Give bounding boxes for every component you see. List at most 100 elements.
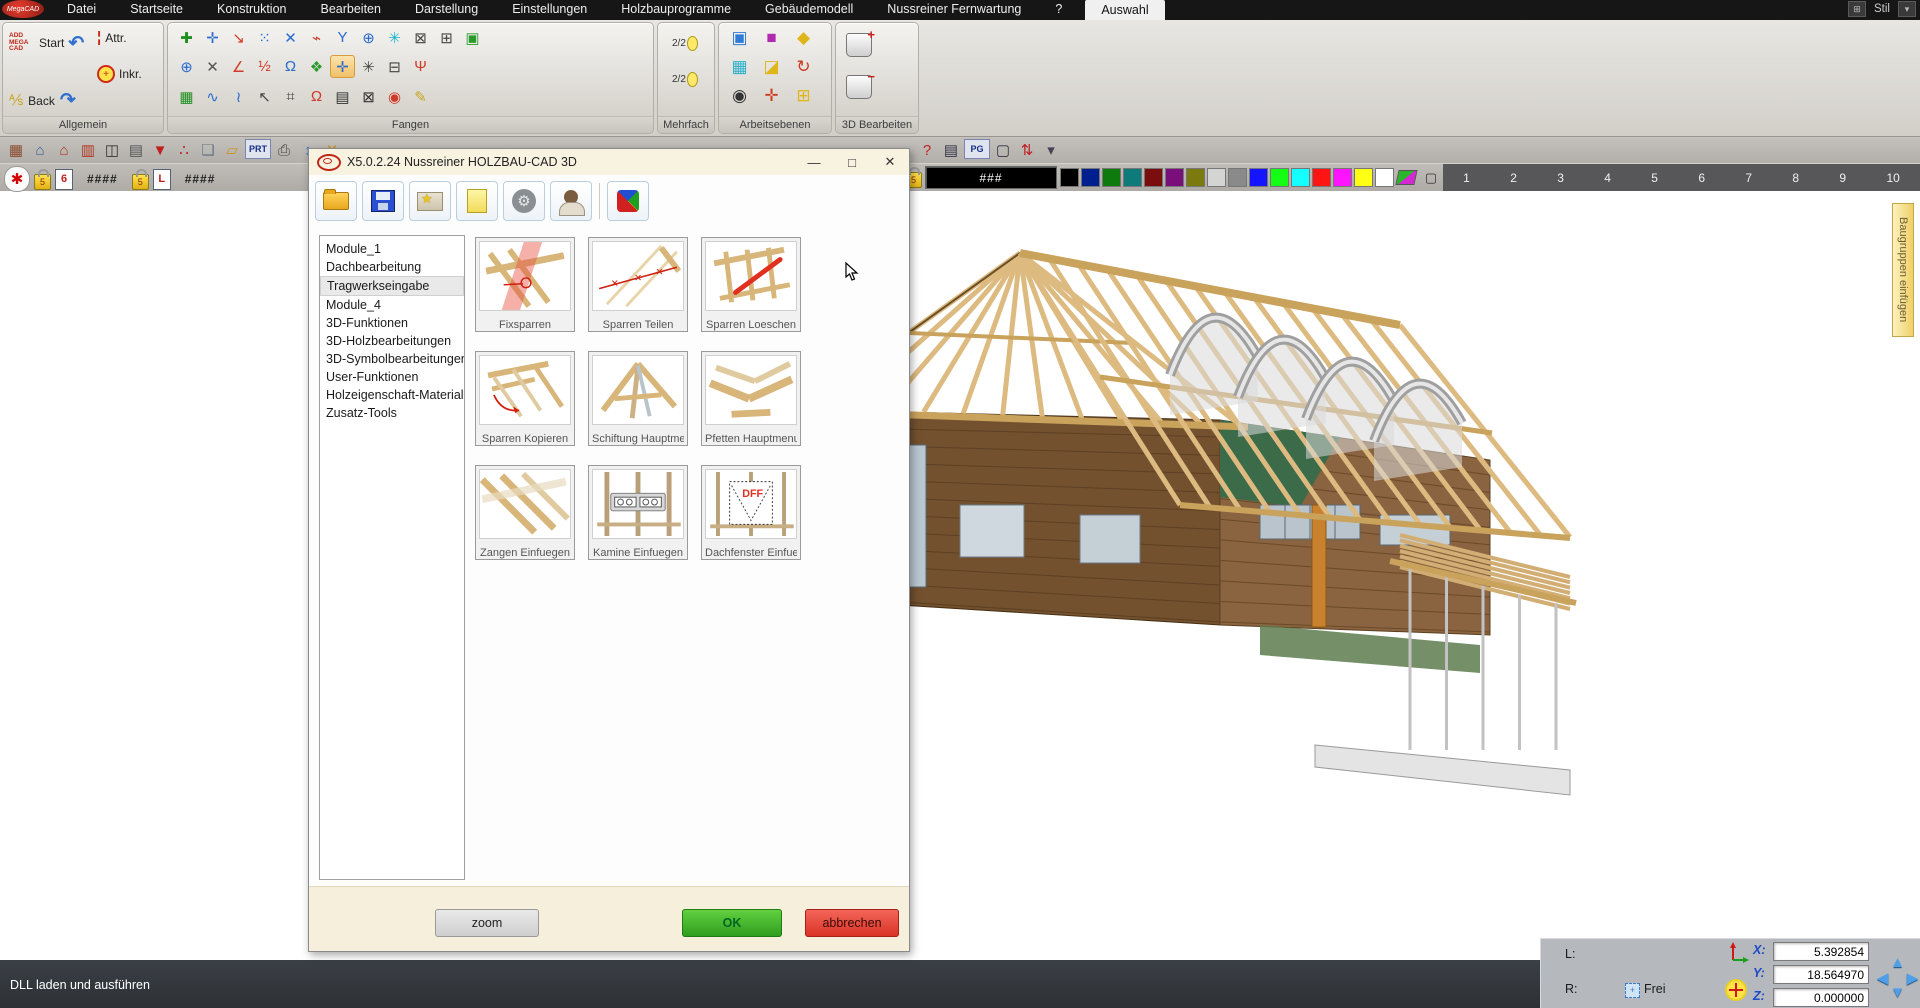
redo-icon[interactable]: ↷	[60, 89, 76, 112]
snap-cluster-icon[interactable]: ❖	[304, 55, 329, 78]
snap-star-icon[interactable]: ✳	[382, 26, 407, 49]
snap-point-plus-icon[interactable]: ↖	[252, 85, 277, 108]
snap-box-x2-icon[interactable]: ⊠	[356, 85, 381, 108]
category-3d-funktionen[interactable]: 3D-Funktionen	[320, 314, 464, 332]
snap-q12-icon[interactable]: Ω	[304, 85, 329, 108]
undo-icon[interactable]: ↶	[68, 32, 84, 55]
new-note-button[interactable]	[456, 181, 498, 221]
keyboard-layout-icon[interactable]: ⊞	[1848, 1, 1866, 17]
color-swatch-7[interactable]	[1186, 168, 1205, 187]
save-button[interactable]	[362, 181, 404, 221]
origin-target-icon[interactable]	[1725, 979, 1747, 1001]
house-red-icon[interactable]: ⌂	[53, 139, 75, 161]
snap-frame-icon[interactable]: ⊞	[434, 26, 459, 49]
snap-branch-icon[interactable]: Y	[330, 26, 355, 49]
pan-arrow-pad[interactable]: ▲ ◀▶ ▼	[1875, 955, 1920, 1001]
scale-4[interactable]: 4	[1604, 171, 1611, 185]
menu-datei[interactable]: Datei	[50, 0, 113, 20]
category-dachbearbeitung[interactable]: Dachbearbeitung	[320, 258, 464, 276]
menu-einstellungen[interactable]: Einstellungen	[495, 0, 604, 20]
plugins-button[interactable]	[607, 181, 649, 221]
value-field-2[interactable]: ####	[175, 172, 226, 186]
lock-icon-2[interactable]: 5	[132, 174, 149, 190]
module-schiftung[interactable]: Schiftung Hauptmenu	[588, 351, 688, 446]
snap-keyboard-icon[interactable]: ▤	[330, 85, 355, 108]
snap-solid-box-icon[interactable]: ▣	[460, 26, 485, 49]
attr-button[interactable]: ¦ Attr.	[97, 29, 127, 46]
menu-holzbauprogramme[interactable]: Holzbauprogramme	[604, 0, 748, 20]
color-swatch-1[interactable]	[1060, 168, 1079, 187]
doc-new-icon[interactable]: ❏	[197, 139, 219, 161]
module-sparren-loeschen[interactable]: Sparren Loeschen	[701, 237, 801, 332]
snap-active-move-icon[interactable]: ✛	[330, 55, 355, 78]
menu-bearbeiten[interactable]: Bearbeiten	[303, 0, 397, 20]
open-folder-button[interactable]	[315, 181, 357, 221]
snap-cross-icon[interactable]: ✕	[278, 26, 303, 49]
scale-1[interactable]: 1	[1463, 171, 1470, 185]
start-button[interactable]: ADDMEGACAD Start ↶	[9, 31, 84, 55]
snap-angle-icon[interactable]: ∠	[226, 55, 251, 78]
house-blue-icon[interactable]: ⌂	[29, 139, 51, 161]
x-coordinate-field[interactable]: 5.392854	[1773, 942, 1869, 961]
window-grid-icon[interactable]: ▥	[77, 139, 99, 161]
color-swatch-10[interactable]	[1249, 168, 1268, 187]
minimize-button[interactable]: —	[799, 151, 829, 173]
inkr-button[interactable]: + Inkr.	[97, 65, 142, 83]
snap-circle-center-icon[interactable]: ⊕	[174, 55, 199, 78]
lock-icon-1[interactable]: 5	[34, 174, 51, 190]
pan-right-icon[interactable]: ▶	[1905, 970, 1920, 985]
cabinet-icon[interactable]: ▤	[125, 139, 147, 161]
workplane-view-icon[interactable]: ▣	[727, 26, 752, 49]
scale-number-bar[interactable]: 12345678910	[1443, 164, 1920, 191]
module-zangen[interactable]: Zangen Einfuegen	[475, 465, 575, 560]
scale-10[interactable]: 10	[1886, 171, 1899, 185]
solid-subtract-icon[interactable]: −	[846, 75, 872, 99]
window-options-icon[interactable]: ▾	[1898, 1, 1916, 17]
folder-open-icon[interactable]: ▱	[221, 139, 243, 161]
snap-omega-icon[interactable]: Ω	[278, 55, 303, 78]
color-swatch-15[interactable]	[1354, 168, 1373, 187]
value-field-1[interactable]: ####	[77, 172, 128, 186]
layer-field[interactable]: ###	[925, 166, 1057, 189]
snap-arrow-pair-icon[interactable]: ↘	[226, 26, 251, 49]
chevron-down-icon[interactable]: ▾	[1040, 139, 1062, 161]
zoom-button[interactable]: zoom	[435, 909, 539, 937]
color-swatch-6[interactable]	[1165, 168, 1184, 187]
color-swatch-4[interactable]	[1123, 168, 1142, 187]
plane-yellow-icon[interactable]: ◆	[791, 26, 816, 49]
scale-8[interactable]: 8	[1792, 171, 1799, 185]
pg-pages-icon[interactable]: PG	[964, 139, 990, 159]
user-button[interactable]	[550, 181, 592, 221]
monitor-zoom-icon[interactable]: ▢	[992, 139, 1014, 161]
mehrfach-icon-2[interactable]: 2/2	[672, 67, 698, 91]
category-3d-symbolbearbeitungen[interactable]: 3D-Symbolbearbeitungen	[320, 350, 464, 368]
color-swatch-5[interactable]	[1144, 168, 1163, 187]
snap-pencil-icon[interactable]: ✎	[408, 85, 433, 108]
menu-startseite[interactable]: Startseite	[113, 0, 200, 20]
color-swatch-8[interactable]	[1207, 168, 1226, 187]
scale-9[interactable]: 9	[1839, 171, 1846, 185]
category-module-4[interactable]: Module_4	[320, 296, 464, 314]
cube-colored-icon[interactable]: ■	[759, 26, 784, 49]
snap-half-icon[interactable]: ½	[252, 55, 277, 78]
color-swatch-2[interactable]	[1081, 168, 1100, 187]
module-sparren-kopieren[interactable]: Sparren Kopieren	[475, 351, 575, 446]
color-swatch-9[interactable]	[1228, 168, 1247, 187]
snap-curve-icon[interactable]: ∿	[200, 85, 225, 108]
grid-axis-icon[interactable]: ▦	[727, 55, 752, 78]
menu-[interactable]: ?	[1038, 0, 1079, 20]
solid-add-icon[interactable]: +	[846, 33, 872, 57]
printer-icon[interactable]: ⎙	[273, 139, 295, 161]
doc-6-icon[interactable]: 6	[55, 169, 73, 190]
category-3d-holzbearbeitungen[interactable]: 3D-Holzbearbeitungen	[320, 332, 464, 350]
category-module-1[interactable]: Module_1	[320, 240, 464, 258]
back-button[interactable]: ⅍ Back ↷	[9, 89, 76, 112]
menu-geb-udemodell[interactable]: Gebäudemodell	[748, 0, 870, 20]
help-icon[interactable]: ?	[916, 139, 938, 161]
sphere-axis-icon[interactable]: ◉	[727, 84, 752, 107]
menu-konstruktion[interactable]: Konstruktion	[200, 0, 303, 20]
y-coordinate-field[interactable]: 18.564970	[1773, 965, 1869, 984]
stil-label[interactable]: Stil	[1874, 3, 1890, 15]
snap-burst-icon[interactable]: ✳	[356, 55, 381, 78]
z-coordinate-field[interactable]: 0.000000	[1773, 988, 1869, 1007]
